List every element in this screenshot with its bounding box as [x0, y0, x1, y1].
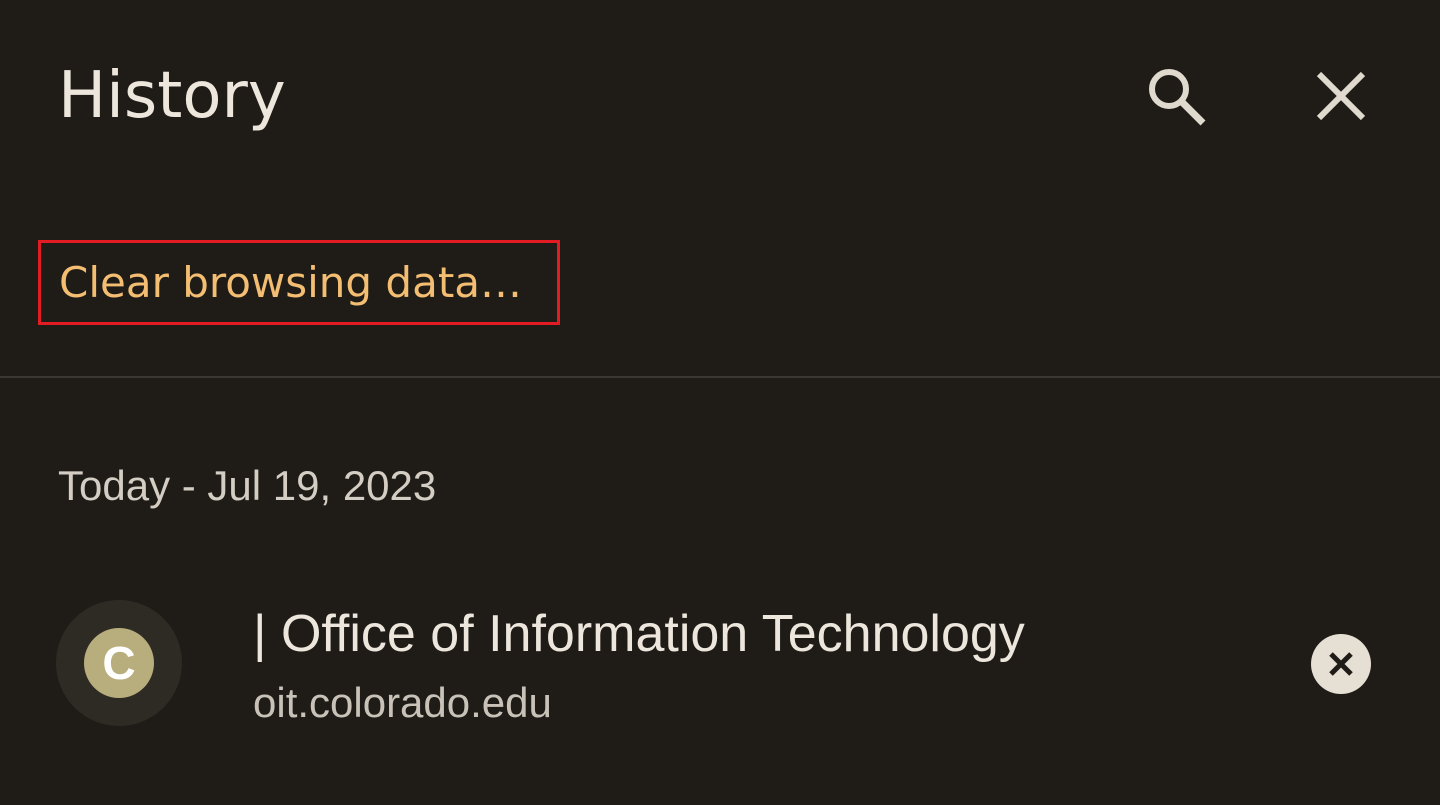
divider	[0, 376, 1440, 378]
clear-browsing-data-link[interactable]: Clear browsing data…	[38, 240, 560, 325]
close-icon	[1316, 71, 1366, 121]
remove-circle-icon	[1329, 652, 1353, 676]
history-item-url: oit.colorado.edu	[253, 679, 552, 726]
remove-history-item-button[interactable]	[1311, 634, 1371, 694]
history-item[interactable]: C | Office of Information Technology oit…	[0, 580, 1440, 750]
date-group-header: Today - Jul 19, 2023	[58, 462, 437, 509]
page-title: History	[58, 59, 286, 133]
close-button[interactable]	[1301, 56, 1381, 136]
header: History	[0, 0, 1440, 190]
favicon-container: C	[56, 600, 182, 726]
search-icon	[1149, 69, 1206, 126]
favicon: C	[84, 628, 154, 698]
history-item-title: | Office of Information Technology	[253, 605, 1025, 663]
history-page: History Clear browsing data… Today - Jul…	[0, 0, 1440, 805]
search-button[interactable]	[1136, 56, 1216, 136]
